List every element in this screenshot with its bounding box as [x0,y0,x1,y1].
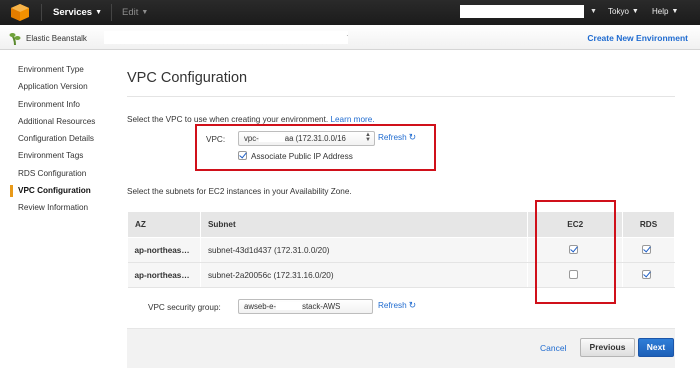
page-title: VPC Configuration [127,70,248,86]
vpc-highlight-box [195,124,436,171]
region-menu[interactable]: Tokyo ▼ [608,7,639,16]
subnet-cell: subnet-43d1d437 (172.31.0.0/20) [200,237,529,263]
sidebar-item-environment-info[interactable]: Environment Info [10,99,115,116]
security-group-refresh-link[interactable]: Refresh ↻ [378,300,416,311]
subnet-cell: subnet-2a20056c (172.31.16.0/20) [200,262,529,288]
aws-cube-icon[interactable] [9,3,31,22]
application-breadcrumb[interactable] [104,31,348,44]
chevron-down-icon: ▼ [141,9,149,16]
title-divider [127,96,675,97]
sidebar-item-application-version[interactable]: Application Version [10,81,115,98]
column-header-az: AZ [127,211,201,238]
services-menu[interactable]: Services ▼ [53,7,102,18]
edit-menu[interactable]: Edit ▼ [122,7,148,18]
chevron-down-icon: ▼ [671,8,679,15]
rds-checkbox[interactable] [642,245,652,254]
chevron-down-icon: ▼ [631,8,639,15]
elastic-beanstalk-icon [9,33,21,45]
subnets-intro-text: Select the subnets for EC2 instances in … [127,187,352,196]
rds-cell [622,237,675,263]
column-header-subnet: Subnet [199,211,529,238]
wizard-footer: Cancel Previous Next [127,328,675,368]
create-new-environment-link[interactable]: Create New Environment [587,33,688,43]
sidebar-item-review-information[interactable]: Review Information [10,202,115,219]
learn-more-link[interactable]: Learn more. [330,115,374,124]
refresh-icon: ↻ [408,300,417,310]
nav-divider [111,4,112,21]
account-menu[interactable] [460,5,584,18]
sidebar-item-rds-configuration[interactable]: RDS Configuration [10,168,115,185]
column-header-rds: RDS [622,211,675,238]
next-button[interactable]: Next [638,338,674,357]
rds-checkbox[interactable] [642,270,652,279]
chevron-down-icon: ▼ [95,9,103,16]
sidebar-item-environment-type[interactable]: Environment Type [10,64,115,81]
help-menu[interactable]: Help ▼ [652,7,678,16]
cancel-link[interactable]: Cancel [540,343,566,353]
security-group-label: VPC security group: [148,303,221,312]
top-nav-bar: Services ▼ Edit ▼ ▼ Tokyo ▼ Help ▼ [0,0,700,25]
security-group-value-suffix: stack-AWS [302,302,341,311]
wizard-steps-sidebar: Environment Type Application Version Env… [10,64,115,220]
redacted-text [276,302,303,310]
previous-button[interactable]: Previous [580,338,635,357]
sidebar-item-vpc-configuration[interactable]: VPC Configuration [10,185,115,202]
service-title[interactable]: Elastic Beanstalk [26,34,87,43]
nav-divider [41,4,42,21]
chevron-down-icon[interactable]: ▼ [590,8,597,15]
security-group-value-prefix: awseb-e- [244,302,277,311]
breadcrumb-separator: · [346,31,349,40]
ec2-column-highlight-box [535,200,616,304]
vpc-intro-text: Select the VPC to use when creating your… [127,115,375,124]
sidebar-item-additional-resources[interactable]: Additional Resources [10,116,115,133]
az-cell: ap-northeas… [127,262,201,288]
az-cell: ap-northeas… [127,237,201,263]
security-group-select[interactable]: awseb-e-stack-AWS [238,299,373,314]
rds-cell [622,262,675,288]
service-header: Elastic Beanstalk · Create New Environme… [0,25,700,50]
sidebar-item-environment-tags[interactable]: Environment Tags [10,150,115,167]
sidebar-item-configuration-details[interactable]: Configuration Details [10,133,115,150]
